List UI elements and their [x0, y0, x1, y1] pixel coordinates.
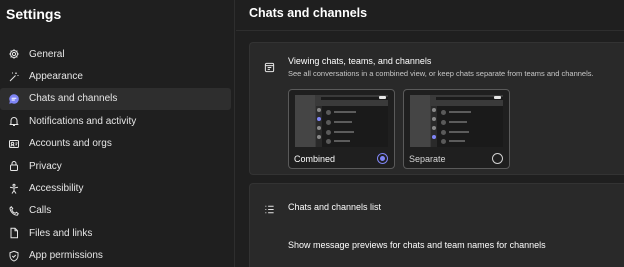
- sidebar-item-files-and-links[interactable]: Files and links: [0, 222, 231, 244]
- preview-dot: [432, 126, 436, 130]
- message-preview-setting[interactable]: Show message previews for chats and team…: [288, 240, 546, 250]
- preview-topbar: [436, 97, 503, 100]
- combined-option-label: Combined: [294, 154, 336, 164]
- sidebar-title: Settings: [6, 6, 62, 22]
- sidebar-item-label: Chats and channels: [29, 93, 118, 105]
- preview-topbar: [321, 97, 388, 100]
- combined-radio[interactable]: [377, 153, 388, 164]
- sidebar-item-label: Calls: [29, 205, 52, 217]
- sidebar-item-accessibility[interactable]: Accessibility: [0, 177, 231, 199]
- separate-radio[interactable]: [492, 153, 503, 164]
- preview-dot: [317, 108, 321, 112]
- sidebar-item-notifications[interactable]: Notifications and activity: [0, 110, 231, 132]
- chats-list-card: Chats and channels list Show message pre…: [249, 183, 624, 267]
- sidebar-item-label: Files and links: [29, 227, 93, 239]
- chat-bubble-icon: [7, 92, 20, 105]
- sidebar-item-label: Privacy: [29, 160, 62, 172]
- layout-icon: [264, 60, 275, 73]
- preview-rail: [295, 95, 315, 147]
- sidebar-item-label: App permissions: [29, 250, 103, 262]
- sidebar-item-accounts[interactable]: Accounts and orgs: [0, 133, 231, 155]
- people-icon: [7, 137, 20, 150]
- list-heading: Chats and channels list: [288, 202, 382, 212]
- sidebar-item-label: Accounts and orgs: [29, 138, 112, 150]
- viewing-description: See all conversations in a combined view…: [288, 69, 594, 78]
- preview-dot: [432, 135, 436, 139]
- preview-avatar: [326, 139, 331, 144]
- preview-line: [449, 111, 471, 113]
- preview-line: [334, 140, 350, 142]
- settings-main: Chats and channels Viewing chats, teams,…: [236, 0, 624, 267]
- settings-sidebar: Settings General Appearance Chats and ch…: [0, 0, 235, 267]
- preview-line: [334, 111, 356, 113]
- sidebar-item-general[interactable]: General: [0, 43, 231, 65]
- list-icon: [264, 202, 275, 214]
- preview-avatar: [326, 120, 331, 125]
- document-icon: [7, 227, 20, 240]
- lock-icon: [7, 160, 20, 173]
- preview-line: [334, 131, 354, 133]
- preview-rail: [410, 95, 430, 147]
- sidebar-item-label: Appearance: [29, 71, 83, 83]
- page-title: Chats and channels: [249, 6, 368, 20]
- preview-dot: [432, 117, 436, 121]
- preview-avatar: [441, 139, 446, 144]
- sidebar-item-privacy[interactable]: Privacy: [0, 155, 231, 177]
- settings-window: Settings General Appearance Chats and ch…: [0, 0, 624, 267]
- separate-view-option[interactable]: Separate: [403, 89, 510, 169]
- preview-pill: [379, 96, 386, 99]
- preview-line: [449, 131, 469, 133]
- phone-icon: [7, 204, 20, 217]
- preview-dot: [432, 108, 436, 112]
- sidebar-item-calls[interactable]: Calls: [0, 200, 231, 222]
- preview-avatar: [441, 120, 446, 125]
- preview-avatar: [326, 110, 331, 115]
- sidebar-item-label: Notifications and activity: [29, 115, 137, 127]
- combined-preview-thumbnail: [295, 95, 388, 147]
- header-divider: [236, 30, 624, 31]
- viewing-settings-card: Viewing chats, teams, and channels See a…: [249, 42, 624, 175]
- sidebar-item-label: General: [29, 48, 65, 60]
- preview-avatar: [326, 130, 331, 135]
- separate-option-label: Separate: [409, 154, 446, 164]
- preview-avatar: [441, 130, 446, 135]
- shield-icon: [7, 249, 20, 262]
- sidebar-item-app-permissions[interactable]: App permissions: [0, 245, 231, 267]
- separate-preview-thumbnail: [410, 95, 503, 147]
- preview-line: [334, 121, 352, 123]
- preview-dot: [317, 135, 321, 139]
- gear-icon: [7, 48, 20, 61]
- preview-dot: [317, 117, 321, 121]
- accessibility-icon: [7, 182, 20, 195]
- preview-pill: [494, 96, 501, 99]
- sidebar-item-chats-and-channels[interactable]: Chats and channels: [0, 87, 231, 111]
- magic-wand-icon: [7, 70, 20, 83]
- viewing-heading: Viewing chats, teams, and channels: [288, 56, 432, 66]
- preview-line: [449, 121, 467, 123]
- settings-nav: General Appearance Chats and channels No…: [0, 43, 235, 267]
- preview-line: [449, 140, 465, 142]
- sidebar-item-appearance[interactable]: Appearance: [0, 65, 231, 87]
- preview-dot: [317, 126, 321, 130]
- preview-avatar: [441, 110, 446, 115]
- combined-view-option[interactable]: Combined: [288, 89, 395, 169]
- bell-icon: [7, 115, 20, 128]
- sidebar-item-label: Accessibility: [29, 183, 84, 195]
